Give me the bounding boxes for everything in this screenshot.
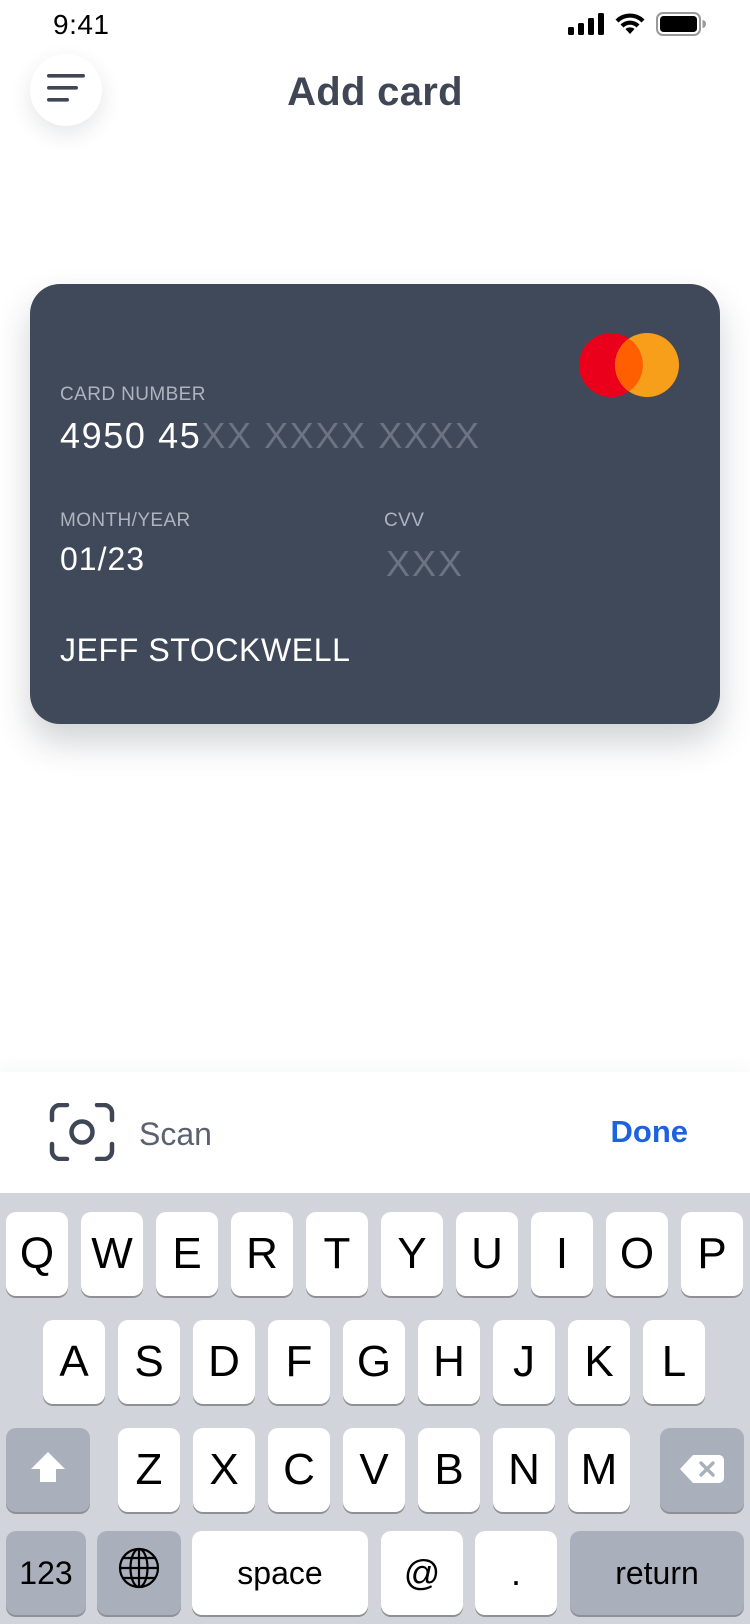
key-w[interactable]: W [81, 1212, 143, 1296]
page-title: Add card [287, 70, 463, 114]
card-number-placeholder: XX XXXX XXXX [201, 415, 481, 456]
key-l[interactable]: L [643, 1320, 705, 1404]
status-bar: 9:41 [0, 0, 750, 50]
dot-key[interactable]: . [475, 1531, 557, 1615]
key-t[interactable]: T [306, 1212, 368, 1296]
backspace-key[interactable] [660, 1428, 744, 1512]
key-u[interactable]: U [456, 1212, 518, 1296]
key-j[interactable]: J [493, 1320, 555, 1404]
globe-icon [118, 1547, 160, 1600]
numbers-key[interactable]: 123 [6, 1531, 86, 1615]
key-k[interactable]: K [568, 1320, 630, 1404]
cvv-label: CVV [384, 510, 425, 531]
card-number-entered: 4950 45 [60, 415, 202, 456]
keyboard-accessory-bar: Scan Done [0, 1072, 750, 1193]
wifi-icon [614, 12, 646, 36]
key-p[interactable]: P [681, 1212, 743, 1296]
cellular-signal-icon [568, 13, 604, 35]
backspace-icon [679, 1445, 725, 1495]
key-e[interactable]: E [156, 1212, 218, 1296]
scan-camera-icon [49, 1102, 115, 1166]
battery-icon [656, 12, 706, 36]
key-m[interactable]: M [568, 1428, 630, 1512]
keyboard: Q W E R T Y U I O P A S D F G H J K L Z … [0, 1193, 750, 1624]
globe-key[interactable] [97, 1531, 181, 1615]
scan-button[interactable]: Scan [49, 1102, 212, 1166]
key-s[interactable]: S [118, 1320, 180, 1404]
cardholder-name-field[interactable]: JEFF STOCKWELL [60, 632, 351, 669]
key-o[interactable]: O [606, 1212, 668, 1296]
expiry-label: MONTH/YEAR [60, 510, 191, 531]
card-number-label: CARD NUMBER [60, 384, 206, 405]
key-b[interactable]: B [418, 1428, 480, 1512]
scan-label: Scan [139, 1116, 212, 1152]
card-number-field[interactable]: 4950 45XX XXXX XXXX [60, 415, 481, 457]
key-g[interactable]: G [343, 1320, 405, 1404]
key-x[interactable]: X [193, 1428, 255, 1512]
credit-card-preview: CARD NUMBER 4950 45XX XXXX XXXX MONTH/YE… [30, 284, 720, 724]
at-key[interactable]: @ [381, 1531, 463, 1615]
key-q[interactable]: Q [6, 1212, 68, 1296]
mastercard-logo-icon [578, 332, 680, 398]
key-z[interactable]: Z [118, 1428, 180, 1512]
key-i[interactable]: I [531, 1212, 593, 1296]
return-key[interactable]: return [570, 1531, 744, 1615]
key-v[interactable]: V [343, 1428, 405, 1512]
key-d[interactable]: D [193, 1320, 255, 1404]
expiry-field[interactable]: 01/23 [60, 541, 145, 578]
key-n[interactable]: N [493, 1428, 555, 1512]
status-icons [568, 12, 706, 36]
shift-arrow-icon [29, 1445, 67, 1495]
key-y[interactable]: Y [381, 1212, 443, 1296]
done-button[interactable]: Done [611, 1114, 689, 1150]
key-c[interactable]: C [268, 1428, 330, 1512]
key-f[interactable]: F [268, 1320, 330, 1404]
status-time: 9:41 [53, 9, 110, 40]
cvv-field[interactable]: XXX [386, 543, 464, 585]
space-key[interactable]: space [192, 1531, 368, 1615]
key-a[interactable]: A [43, 1320, 105, 1404]
key-h[interactable]: H [418, 1320, 480, 1404]
key-r[interactable]: R [231, 1212, 293, 1296]
shift-key[interactable] [6, 1428, 90, 1512]
